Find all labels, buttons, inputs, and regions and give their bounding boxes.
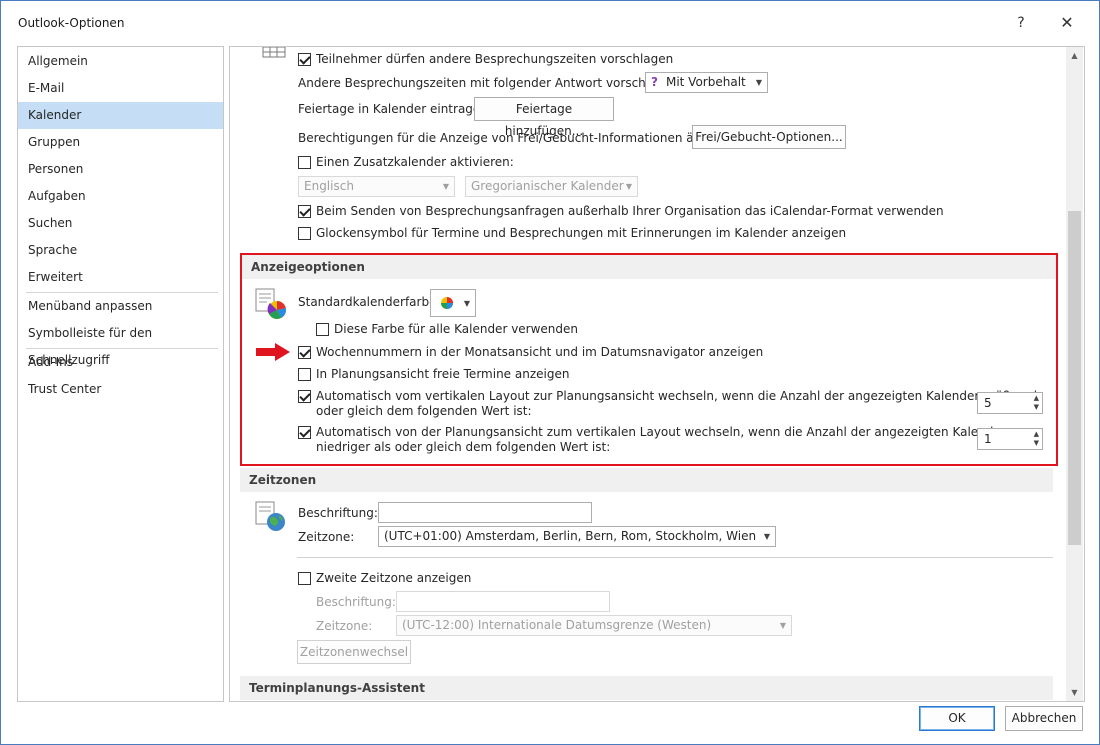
calendar-grid-icon <box>262 47 286 58</box>
auto-switch-vertical-label-line2: niedriger als oder gleich dem folgenden … <box>316 440 611 454</box>
sidebar-item-addins[interactable]: Add-Ins <box>18 349 223 376</box>
timezone-globe-icon <box>255 501 285 531</box>
default-color-label: Standardkalenderfarbe: <box>298 295 441 309</box>
holidays-label: Feiertage in Kalender eintragen: <box>298 102 492 116</box>
bell-icon-label: Glockensymbol für Termine und Besprechun… <box>316 226 847 240</box>
alt-calendar-type-value: Gregorianischer Kalender <box>471 179 624 193</box>
auto-switch-schedule-label-line2: oder gleich dem folgenden Wert ist: <box>316 404 532 418</box>
sidebar-item-erweitert[interactable]: Erweitert <box>18 264 223 291</box>
sidebar-item-suchen[interactable]: Suchen <box>18 210 223 237</box>
alt-calendar-label: Einen Zusatzkalender aktivieren: <box>316 155 514 169</box>
propose-response-value: Mit Vorbehalt <box>665 75 746 89</box>
auto-switch-vertical-checkbox[interactable] <box>298 426 311 439</box>
alt-calendar-language-value: Englisch <box>304 179 354 193</box>
same-color-all-checkbox[interactable] <box>316 323 329 336</box>
freebusy-options-button[interactable]: Frei/Gebucht-Optionen... <box>692 125 846 149</box>
second-timezone-checkbox[interactable] <box>298 572 311 585</box>
timezones-header: Zeitzonen <box>240 468 1053 492</box>
allow-other-times-label: Teilnehmer dürfen andere Besprechungszei… <box>316 52 674 66</box>
timezone-divider <box>297 557 1053 558</box>
alt-calendar-type-dropdown[interactable]: Gregorianischer Kalender ▼ <box>465 176 638 197</box>
sidebar-item-allgemein[interactable]: Allgemein <box>18 48 223 75</box>
second-timezone-value: (UTC-12:00) Internationale Datumsgrenze … <box>402 618 712 632</box>
timezone-caption-label: Beschriftung: <box>298 506 378 520</box>
propose-response-dropdown[interactable]: ? Mit Vorbehalt ▼ <box>645 72 768 93</box>
free-slots-checkbox[interactable] <box>298 368 311 381</box>
second-caption-label: Beschriftung: <box>316 595 396 609</box>
bell-icon-checkbox[interactable] <box>298 227 311 240</box>
options-dialog: Outlook-Optionen ? ✕ Allgemein E-Mail Ka… <box>0 0 1100 745</box>
calendar-color-icon <box>255 288 287 319</box>
sidebar-item-aufgaben[interactable]: Aufgaben <box>18 183 223 210</box>
timezone-value: (UTC+01:00) Amsterdam, Berlin, Bern, Rom… <box>384 529 757 543</box>
title-bar: Outlook-Optionen ? ✕ <box>1 1 1099 45</box>
chevron-down-icon: ▼ <box>625 182 632 191</box>
chevron-down-icon: ▼ <box>763 532 770 541</box>
same-color-all-label: Diese Farbe für alle Kalender verwenden <box>334 322 579 336</box>
sidebar-item-menueband[interactable]: Menüband anpassen <box>18 293 223 320</box>
sidebar-item-trust-center[interactable]: Trust Center <box>18 376 223 403</box>
ok-button[interactable]: OK <box>919 706 995 731</box>
category-sidebar: Allgemein E-Mail Kalender Gruppen Person… <box>17 46 224 702</box>
cancel-button[interactable]: Abbrechen <box>1005 706 1083 731</box>
chevron-down-icon: ▼ <box>779 621 786 630</box>
vertical-threshold-spinner[interactable]: 1 ▲ ▼ <box>977 428 1043 450</box>
scroll-up-icon[interactable]: ▲ <box>1066 47 1083 64</box>
color-palette-icon <box>441 297 453 309</box>
icalendar-checkbox[interactable] <box>298 205 311 218</box>
schedule-threshold-value: 5 <box>984 396 992 410</box>
swap-timezones-button[interactable]: Zeitzonenwechsel <box>297 640 411 664</box>
scroll-thumb[interactable] <box>1068 211 1081 545</box>
red-arrow-icon <box>256 343 290 361</box>
chevron-down-icon: ▼ <box>755 78 762 87</box>
add-holidays-button[interactable]: Feiertage hinzufügen... <box>474 97 614 138</box>
alt-calendar-language-dropdown[interactable]: Englisch ▼ <box>298 176 455 197</box>
help-button[interactable]: ? <box>1011 13 1031 33</box>
sidebar-item-gruppen[interactable]: Gruppen <box>18 129 223 156</box>
auto-switch-schedule-label-line1: Automatisch vom vertikalen Layout zur Pl… <box>316 389 1044 403</box>
icalendar-label: Beim Senden von Besprechungsanfragen auß… <box>316 204 944 218</box>
scroll-down-icon[interactable]: ▼ <box>1066 684 1083 701</box>
close-button[interactable]: ✕ <box>1057 13 1077 33</box>
window-title: Outlook-Optionen <box>18 16 125 30</box>
auto-switch-vertical-label-line1: Automatisch von der Planungsansicht zum … <box>316 425 1006 439</box>
chevron-down-icon: ▼ <box>442 182 449 191</box>
sidebar-item-email[interactable]: E-Mail <box>18 75 223 102</box>
allow-other-times-checkbox[interactable] <box>298 53 311 66</box>
schedule-threshold-spinner[interactable]: 5 ▲ ▼ <box>977 392 1043 414</box>
sidebar-item-kalender[interactable]: Kalender <box>18 102 223 129</box>
timezone-label: Zeitzone: <box>298 530 355 544</box>
auto-switch-schedule-checkbox[interactable] <box>298 390 311 403</box>
chevron-down-icon: ▼ <box>463 299 470 308</box>
second-timezone-dropdown[interactable]: (UTC-12:00) Internationale Datumsgrenze … <box>396 615 792 636</box>
sidebar-item-sprache[interactable]: Sprache <box>18 237 223 264</box>
second-timezone-zone-label: Zeitzone: <box>316 619 373 633</box>
timezone-caption-input[interactable] <box>378 502 592 523</box>
scheduling-assistant-header: Terminplanungs-Assistent <box>240 676 1053 700</box>
vertical-threshold-value: 1 <box>984 432 992 446</box>
second-timezone-label: Zweite Zeitzone anzeigen <box>316 571 472 585</box>
second-caption-input[interactable] <box>396 591 610 612</box>
week-numbers-checkbox[interactable] <box>298 346 311 359</box>
freebusy-label: Berechtigungen für die Anzeige von Frei/… <box>298 131 733 145</box>
alt-calendar-checkbox[interactable] <box>298 156 311 169</box>
propose-response-label: Andere Besprechungszeiten mit folgender … <box>298 76 684 90</box>
content-scrollbar[interactable]: ▲ ▼ <box>1066 47 1083 701</box>
default-color-dropdown[interactable]: ▼ <box>430 289 476 317</box>
spinner-arrows-icon[interactable]: ▲ ▼ <box>1034 430 1039 448</box>
week-numbers-label: Wochennummern in der Monatsansicht und i… <box>316 345 764 359</box>
question-mark-icon: ? <box>651 75 658 89</box>
timezone-dropdown[interactable]: (UTC+01:00) Amsterdam, Berlin, Bern, Rom… <box>378 526 776 547</box>
sidebar-item-schnellzugriff[interactable]: Symbolleiste für den Schnellzugriff <box>18 320 223 367</box>
sidebar-item-personen[interactable]: Personen <box>18 156 223 183</box>
spinner-arrows-icon[interactable]: ▲ ▼ <box>1034 394 1039 412</box>
free-slots-label: In Planungsansicht freie Termine anzeige… <box>316 367 570 381</box>
